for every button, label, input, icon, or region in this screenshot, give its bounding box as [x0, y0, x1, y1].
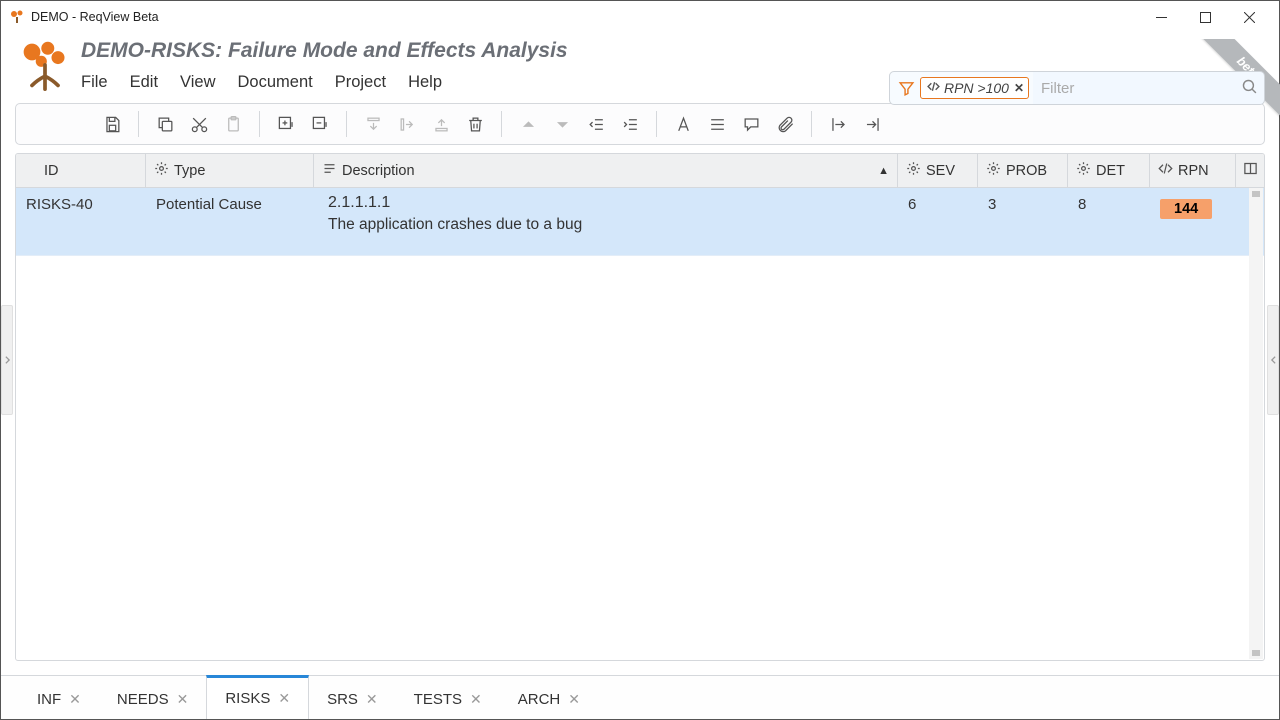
- tab-risks[interactable]: RISKS✕: [206, 675, 309, 719]
- column-sev[interactable]: SEV: [898, 154, 978, 187]
- cell-prob: 3: [978, 188, 1068, 255]
- table-body: RISKS-40 Potential Cause 2.1.1.1.1 The a…: [16, 188, 1264, 256]
- cell-type: Potential Cause: [146, 188, 314, 255]
- right-splitter[interactable]: [1267, 305, 1279, 415]
- outdent-button[interactable]: [580, 108, 612, 140]
- menu-document[interactable]: Document: [238, 73, 313, 92]
- gear-icon: [986, 161, 1001, 180]
- close-button[interactable]: [1227, 2, 1271, 32]
- filter-chip-container: RPN >100 ✕: [889, 71, 1033, 105]
- column-description[interactable]: Description▲: [314, 154, 898, 187]
- tab-needs[interactable]: NEEDS✕: [99, 676, 206, 719]
- copy-button[interactable]: [149, 108, 181, 140]
- left-splitter[interactable]: [1, 305, 13, 415]
- menu-project[interactable]: Project: [335, 73, 386, 92]
- add-button[interactable]: [270, 108, 302, 140]
- comment-button[interactable]: [735, 108, 767, 140]
- column-id[interactable]: ID: [16, 154, 146, 187]
- gear-icon: [154, 161, 169, 180]
- app-icon: [9, 9, 25, 25]
- toolbar: [15, 103, 1265, 145]
- document-title: DEMO-RISKS: Failure Mode and Effects Ana…: [81, 39, 1265, 63]
- cell-rpn: 144: [1150, 188, 1236, 255]
- gear-icon: [1076, 161, 1091, 180]
- search-icon[interactable]: [1241, 78, 1258, 98]
- attach-button[interactable]: [769, 108, 801, 140]
- text-format-button[interactable]: [667, 108, 699, 140]
- menu-edit[interactable]: Edit: [130, 73, 158, 92]
- column-prob[interactable]: PROB: [978, 154, 1068, 187]
- columns-icon: [1243, 161, 1258, 180]
- document-tabs: INF✕ NEEDS✕ RISKS✕ SRS✕ TESTS✕ ARCH✕: [1, 675, 1279, 719]
- chip-remove-icon[interactable]: ✕: [1014, 81, 1024, 95]
- close-icon[interactable]: ✕: [177, 691, 189, 708]
- column-rpn[interactable]: RPN: [1150, 154, 1236, 187]
- column-det[interactable]: DET: [1068, 154, 1150, 187]
- table: ID Type Description▲ SEV PROB DET RPN RI…: [15, 153, 1265, 661]
- delete-button[interactable]: [459, 108, 491, 140]
- tab-arch[interactable]: ARCH✕: [500, 676, 598, 719]
- table-header: ID Type Description▲ SEV PROB DET RPN: [16, 154, 1264, 188]
- tab-inf[interactable]: INF✕: [19, 676, 99, 719]
- menu-help[interactable]: Help: [408, 73, 442, 92]
- table-row[interactable]: RISKS-40 Potential Cause 2.1.1.1.1 The a…: [16, 188, 1264, 256]
- indent-button[interactable]: [614, 108, 646, 140]
- logo-icon: [15, 37, 75, 93]
- gear-icon: [906, 161, 921, 180]
- filter-input-wrap: [1033, 71, 1265, 105]
- tab-tests[interactable]: TESTS✕: [396, 676, 500, 719]
- paste-button[interactable]: [217, 108, 249, 140]
- remove-button[interactable]: [304, 108, 336, 140]
- minimize-button[interactable]: [1139, 2, 1183, 32]
- close-icon[interactable]: ✕: [278, 690, 290, 707]
- link-out-icon[interactable]: [822, 108, 854, 140]
- cell-id: RISKS-40: [16, 188, 146, 255]
- tab-srs[interactable]: SRS✕: [309, 676, 396, 719]
- arrow-down-icon[interactable]: [546, 108, 578, 140]
- cell-description: 2.1.1.1.1 The application crashes due to…: [314, 188, 898, 255]
- filter-area: RPN >100 ✕: [889, 71, 1265, 105]
- column-config[interactable]: [1236, 154, 1264, 187]
- titlebar: DEMO - ReqView Beta: [1, 1, 1279, 33]
- move-up-icon[interactable]: [425, 108, 457, 140]
- menu-view[interactable]: View: [180, 73, 215, 92]
- window-title: DEMO - ReqView Beta: [31, 10, 1139, 24]
- close-icon[interactable]: ✕: [366, 691, 378, 708]
- funnel-icon[interactable]: [894, 80, 920, 97]
- align-button[interactable]: [701, 108, 733, 140]
- close-icon[interactable]: ✕: [470, 691, 482, 708]
- asterisk-icon: [24, 161, 39, 180]
- sort-caret-icon: ▲: [878, 165, 889, 177]
- code-icon: [926, 80, 941, 96]
- cell-sev: 6: [898, 188, 978, 255]
- close-icon[interactable]: ✕: [69, 691, 81, 708]
- filter-chip[interactable]: RPN >100 ✕: [920, 77, 1029, 99]
- maximize-button[interactable]: [1183, 2, 1227, 32]
- column-type[interactable]: Type: [146, 154, 314, 187]
- link-in-icon[interactable]: [856, 108, 888, 140]
- close-icon[interactable]: ✕: [568, 691, 580, 708]
- cell-det: 8: [1068, 188, 1150, 255]
- cut-button[interactable]: [183, 108, 215, 140]
- move-down-icon[interactable]: [357, 108, 389, 140]
- filter-chip-label: RPN >100: [944, 80, 1009, 96]
- move-right-icon[interactable]: [391, 108, 423, 140]
- code-icon: [1158, 161, 1173, 180]
- list-icon: [322, 161, 337, 180]
- arrow-up-icon[interactable]: [512, 108, 544, 140]
- scrollbar[interactable]: [1249, 188, 1263, 659]
- save-button[interactable]: [96, 108, 128, 140]
- filter-input[interactable]: [1041, 80, 1241, 97]
- menu-file[interactable]: File: [81, 73, 108, 92]
- header: DEMO-RISKS: Failure Mode and Effects Ana…: [1, 33, 1279, 99]
